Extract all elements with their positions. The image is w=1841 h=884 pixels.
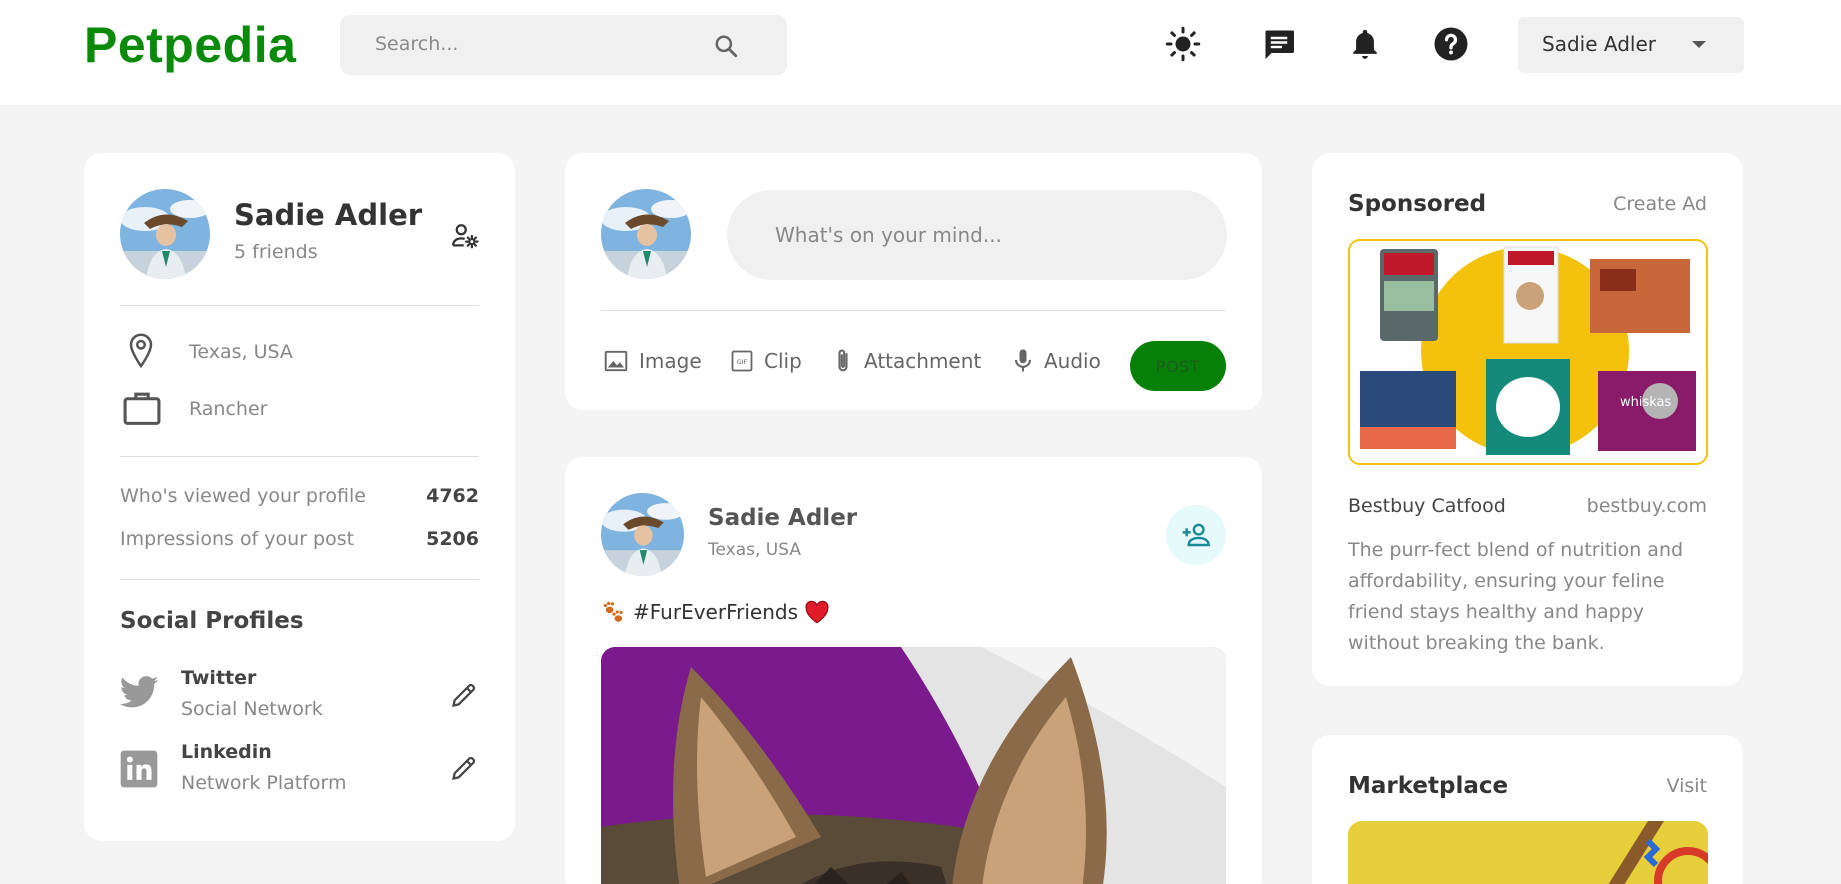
divider bbox=[601, 310, 1226, 311]
stat-value: 4762 bbox=[426, 485, 479, 507]
profile-card: Sadie Adler 5 friends Texas, USA Rancher… bbox=[84, 153, 515, 841]
sun-icon[interactable] bbox=[1164, 25, 1202, 63]
marketplace-image[interactable] bbox=[1348, 821, 1708, 884]
profile-location: Texas, USA bbox=[189, 341, 293, 363]
heart-icon bbox=[805, 600, 829, 624]
help-icon[interactable] bbox=[1432, 25, 1470, 63]
social-name-twitter[interactable]: Twitter bbox=[181, 667, 256, 689]
microphone-icon bbox=[1014, 349, 1032, 372]
friend-count: 5 friends bbox=[234, 241, 318, 263]
ad-site-link[interactable]: bestbuy.com bbox=[1587, 495, 1707, 517]
paperclip-icon bbox=[838, 349, 848, 372]
audio-label: Audio bbox=[1044, 349, 1101, 373]
post-image[interactable] bbox=[601, 647, 1226, 884]
stat-value: 5206 bbox=[426, 528, 479, 550]
ad-product-name[interactable]: Bestbuy Catfood bbox=[1348, 495, 1506, 517]
social-profiles-title: Social Profiles bbox=[120, 608, 304, 634]
post-input[interactable]: What's on your mind... bbox=[727, 190, 1227, 280]
message-icon[interactable] bbox=[1260, 25, 1298, 63]
linkedin-icon[interactable] bbox=[119, 749, 159, 793]
edit-icon[interactable] bbox=[450, 754, 478, 786]
stat-label: Who's viewed your profile bbox=[120, 485, 366, 507]
edit-icon[interactable] bbox=[450, 681, 478, 713]
chevron-down-icon bbox=[1692, 41, 1706, 48]
ad-description: The purr-fect blend of nutrition and aff… bbox=[1348, 539, 1684, 654]
post-caption-text: #FurEverFriends bbox=[633, 600, 798, 624]
divider bbox=[120, 579, 479, 580]
social-type: Social Network bbox=[181, 698, 323, 720]
audio-button[interactable]: Audio bbox=[1012, 346, 1101, 376]
clip-label: Clip bbox=[764, 349, 802, 373]
app-logo[interactable]: Petpedia bbox=[84, 16, 296, 74]
avatar[interactable] bbox=[601, 189, 691, 279]
post-button[interactable]: POST bbox=[1130, 341, 1226, 391]
marketplace-card: Marketplace Visit bbox=[1312, 735, 1743, 884]
paw-prints-icon bbox=[603, 601, 623, 622]
add-friend-button[interactable] bbox=[1166, 505, 1226, 565]
profile-occupation: Rancher bbox=[189, 398, 268, 420]
search-bar[interactable]: Search... bbox=[340, 15, 787, 75]
sponsored-title: Sponsored bbox=[1348, 191, 1487, 217]
svg-text:GIF: GIF bbox=[737, 358, 748, 366]
avatar[interactable] bbox=[120, 189, 210, 279]
image-button[interactable]: Image bbox=[603, 346, 702, 376]
clip-button[interactable]: GIF Clip bbox=[730, 346, 802, 376]
avatar[interactable] bbox=[601, 493, 684, 576]
top-navbar: Petpedia Search... Sadie Adler bbox=[0, 0, 1841, 105]
marketplace-visit-link[interactable]: Visit bbox=[1667, 775, 1708, 797]
post-author[interactable]: Sadie Adler bbox=[708, 505, 857, 531]
twitter-icon[interactable] bbox=[118, 675, 160, 715]
user-menu-label: Sadie Adler bbox=[1542, 32, 1656, 56]
divider bbox=[120, 305, 479, 306]
post-location: Texas, USA bbox=[708, 540, 801, 560]
location-icon bbox=[126, 332, 156, 374]
briefcase-icon bbox=[122, 389, 162, 431]
post-input-placeholder: What's on your mind... bbox=[775, 223, 1002, 247]
ad-image[interactable]: whiskas bbox=[1348, 239, 1708, 465]
post-composer: What's on your mind... Image GIF Clip At… bbox=[565, 153, 1262, 410]
attachment-label: Attachment bbox=[864, 349, 982, 373]
user-menu-dropdown[interactable]: Sadie Adler bbox=[1518, 17, 1744, 73]
image-label: Image bbox=[639, 349, 702, 373]
profile-name[interactable]: Sadie Adler bbox=[234, 198, 422, 232]
sponsored-card: Sponsored Create Ad whiskas Bestbuy Catf… bbox=[1312, 153, 1743, 686]
svg-text:whiskas: whiskas bbox=[1620, 395, 1672, 410]
create-ad-link[interactable]: Create Ad bbox=[1613, 193, 1707, 215]
bell-icon[interactable] bbox=[1346, 25, 1384, 63]
manage-accounts-icon[interactable] bbox=[450, 221, 480, 255]
post-caption: #FurEverFriends bbox=[601, 599, 830, 625]
divider bbox=[120, 456, 479, 457]
search-icon[interactable] bbox=[713, 33, 739, 59]
image-icon bbox=[604, 350, 628, 372]
social-name-linkedin[interactable]: Linkedin bbox=[181, 741, 272, 763]
marketplace-title: Marketplace bbox=[1348, 773, 1509, 799]
person-add-icon bbox=[1182, 523, 1210, 547]
stat-label: Impressions of your post bbox=[120, 528, 355, 550]
social-type: Network Platform bbox=[181, 772, 347, 794]
gif-icon: GIF bbox=[731, 350, 753, 372]
attachment-button[interactable]: Attachment bbox=[832, 346, 981, 376]
feed-post: Sadie Adler Texas, USA #FurEverFriends bbox=[565, 457, 1262, 884]
search-input[interactable]: Search... bbox=[375, 33, 458, 55]
